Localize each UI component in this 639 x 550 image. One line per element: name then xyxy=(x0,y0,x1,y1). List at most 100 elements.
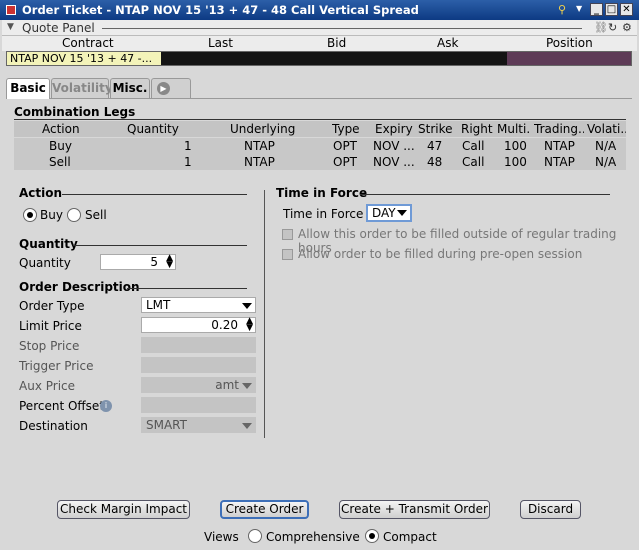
quote-column-headers: Contract Last Bid Ask Position xyxy=(2,36,637,51)
table-cell: NOV ... xyxy=(373,155,415,169)
table-cell: OPT xyxy=(333,155,358,169)
divider xyxy=(360,194,610,195)
collapse-icon[interactable]: ▼ xyxy=(7,22,14,32)
table-cell: 1 xyxy=(184,139,192,153)
quote-panel-header: ▼ Quote Panel ⛓ ↻ ⚙ xyxy=(2,20,637,36)
maximize-button[interactable]: □ xyxy=(605,3,618,16)
divider xyxy=(102,28,582,29)
chevron-down-icon xyxy=(242,423,252,429)
close-button[interactable]: ✕ xyxy=(620,3,633,16)
column-header: Action xyxy=(42,122,80,136)
table-row[interactable]: Sell 1 NTAP OPT NOV ... 48 Call 100 NTAP… xyxy=(14,154,626,170)
quote-position-cell xyxy=(507,52,631,65)
action-title: Action xyxy=(19,186,63,200)
column-header: Multi... xyxy=(497,122,531,136)
table-cell: NTAP xyxy=(244,155,275,169)
table-cell: 47 xyxy=(427,139,443,153)
check-margin-impact-button[interactable]: Check Margin Impact xyxy=(57,500,190,519)
pre-open-label[interactable]: Allow order to be filled during pre-open… xyxy=(298,247,582,261)
order-type-value: LMT xyxy=(146,298,171,312)
destination-label: Destination xyxy=(19,419,88,433)
settings-icon[interactable]: ⚙ xyxy=(622,21,632,34)
quote-row[interactable]: NTAP NOV 15 '13 + 47 -... xyxy=(6,51,632,66)
table-row[interactable]: Buy 1 NTAP OPT NOV ... 47 Call 100 NTAP … xyxy=(14,138,626,154)
quantity-value: 5 xyxy=(150,255,158,269)
stop-price-input[interactable] xyxy=(141,337,256,353)
table-cell: NTAP xyxy=(244,139,275,153)
table-cell: N/A xyxy=(595,139,617,153)
order-description-title: Order Description xyxy=(19,280,140,294)
percent-offset-label: Percent Offset xyxy=(19,399,105,413)
limit-price-input[interactable]: 0.20 ▲ ▼ xyxy=(141,317,256,333)
create-transmit-order-button[interactable]: Create + Transmit Order xyxy=(339,500,490,519)
limit-price-label: Limit Price xyxy=(19,319,82,333)
stop-price-label: Stop Price xyxy=(19,339,80,353)
title-bar[interactable]: Order Ticket - NTAP NOV 15 '13 + 47 - 48… xyxy=(0,0,639,20)
tab-more[interactable]: ▶ xyxy=(151,78,191,98)
column-ask: Ask xyxy=(437,36,459,50)
column-header: Volati... xyxy=(587,122,626,136)
aux-price-label: Aux Price xyxy=(19,379,76,393)
destination-select[interactable]: SMART xyxy=(141,417,256,433)
combination-legs-title: Combination Legs xyxy=(14,105,136,119)
minimize-button[interactable]: _ xyxy=(590,3,603,16)
create-order-button[interactable]: Create Order xyxy=(220,500,309,519)
legs-table-header: Action Quantity Underlying Type Expiry S… xyxy=(14,121,626,137)
tab-basic[interactable]: Basic xyxy=(6,78,50,99)
outside-hours-checkbox[interactable] xyxy=(282,229,293,240)
aux-price-select[interactable]: amt xyxy=(141,377,256,393)
table-cell: Sell xyxy=(49,155,71,169)
views-label: Views xyxy=(204,530,239,544)
tab-volatility[interactable]: Volatility xyxy=(51,78,113,98)
time-in-force-value: DAY xyxy=(372,206,396,220)
table-cell: 48 xyxy=(427,155,443,169)
sell-label[interactable]: Sell xyxy=(85,208,107,222)
link-icon[interactable]: ⛓ xyxy=(594,21,608,34)
comprehensive-radio[interactable] xyxy=(248,529,262,543)
divider xyxy=(127,288,247,289)
column-header: Strike xyxy=(418,122,453,136)
column-header: Type xyxy=(332,122,360,136)
pin-icon[interactable]: ⚲ xyxy=(558,3,566,16)
column-last: Last xyxy=(208,36,233,50)
window-title: Order Ticket - NTAP NOV 15 '13 + 47 - 48… xyxy=(22,3,419,17)
order-type-select[interactable]: LMT xyxy=(141,297,256,313)
time-in-force-select[interactable]: DAY xyxy=(366,204,412,222)
compact-radio[interactable] xyxy=(365,529,379,543)
refresh-icon[interactable]: ↻ xyxy=(608,21,617,34)
quantity-stepper[interactable]: ▲ ▼ xyxy=(166,254,173,270)
comprehensive-label[interactable]: Comprehensive xyxy=(266,530,360,544)
divider xyxy=(62,194,247,195)
time-in-force-title: Time in Force xyxy=(276,186,368,200)
table-cell: N/A xyxy=(595,155,617,169)
info-icon[interactable]: i xyxy=(100,400,112,412)
table-cell: NTAP xyxy=(544,139,575,153)
quote-contract-cell[interactable]: NTAP NOV 15 '13 + 47 -... xyxy=(7,52,161,65)
time-in-force-label: Time in Force xyxy=(283,207,364,221)
quantity-title: Quantity xyxy=(19,237,78,251)
sell-radio[interactable] xyxy=(67,208,81,222)
table-cell: 100 xyxy=(504,155,527,169)
column-position: Position xyxy=(546,36,593,50)
limit-price-stepper[interactable]: ▲ ▼ xyxy=(246,317,253,333)
quantity-label: Quantity xyxy=(19,256,71,270)
table-cell: NTAP xyxy=(544,155,575,169)
table-cell: Buy xyxy=(49,139,72,153)
tab-misc[interactable]: Misc. xyxy=(110,78,150,98)
buy-radio[interactable] xyxy=(23,208,37,222)
table-cell: OPT xyxy=(333,139,358,153)
play-icon: ▶ xyxy=(157,82,170,95)
quantity-input[interactable]: 5 ▲ ▼ xyxy=(100,254,176,270)
discard-button[interactable]: Discard xyxy=(520,500,581,519)
column-header: Trading... xyxy=(534,122,584,136)
compact-label[interactable]: Compact xyxy=(383,530,437,544)
column-header: Underlying xyxy=(230,122,296,136)
buy-label[interactable]: Buy xyxy=(40,208,63,222)
column-header: Right xyxy=(461,122,493,136)
chevron-down-icon xyxy=(242,303,252,309)
menu-dropdown-icon[interactable]: ▼ xyxy=(576,4,582,13)
pre-open-checkbox[interactable] xyxy=(282,249,293,260)
trigger-price-input[interactable] xyxy=(141,357,256,373)
percent-offset-input[interactable] xyxy=(141,397,256,413)
table-cell: NOV ... xyxy=(373,139,415,153)
